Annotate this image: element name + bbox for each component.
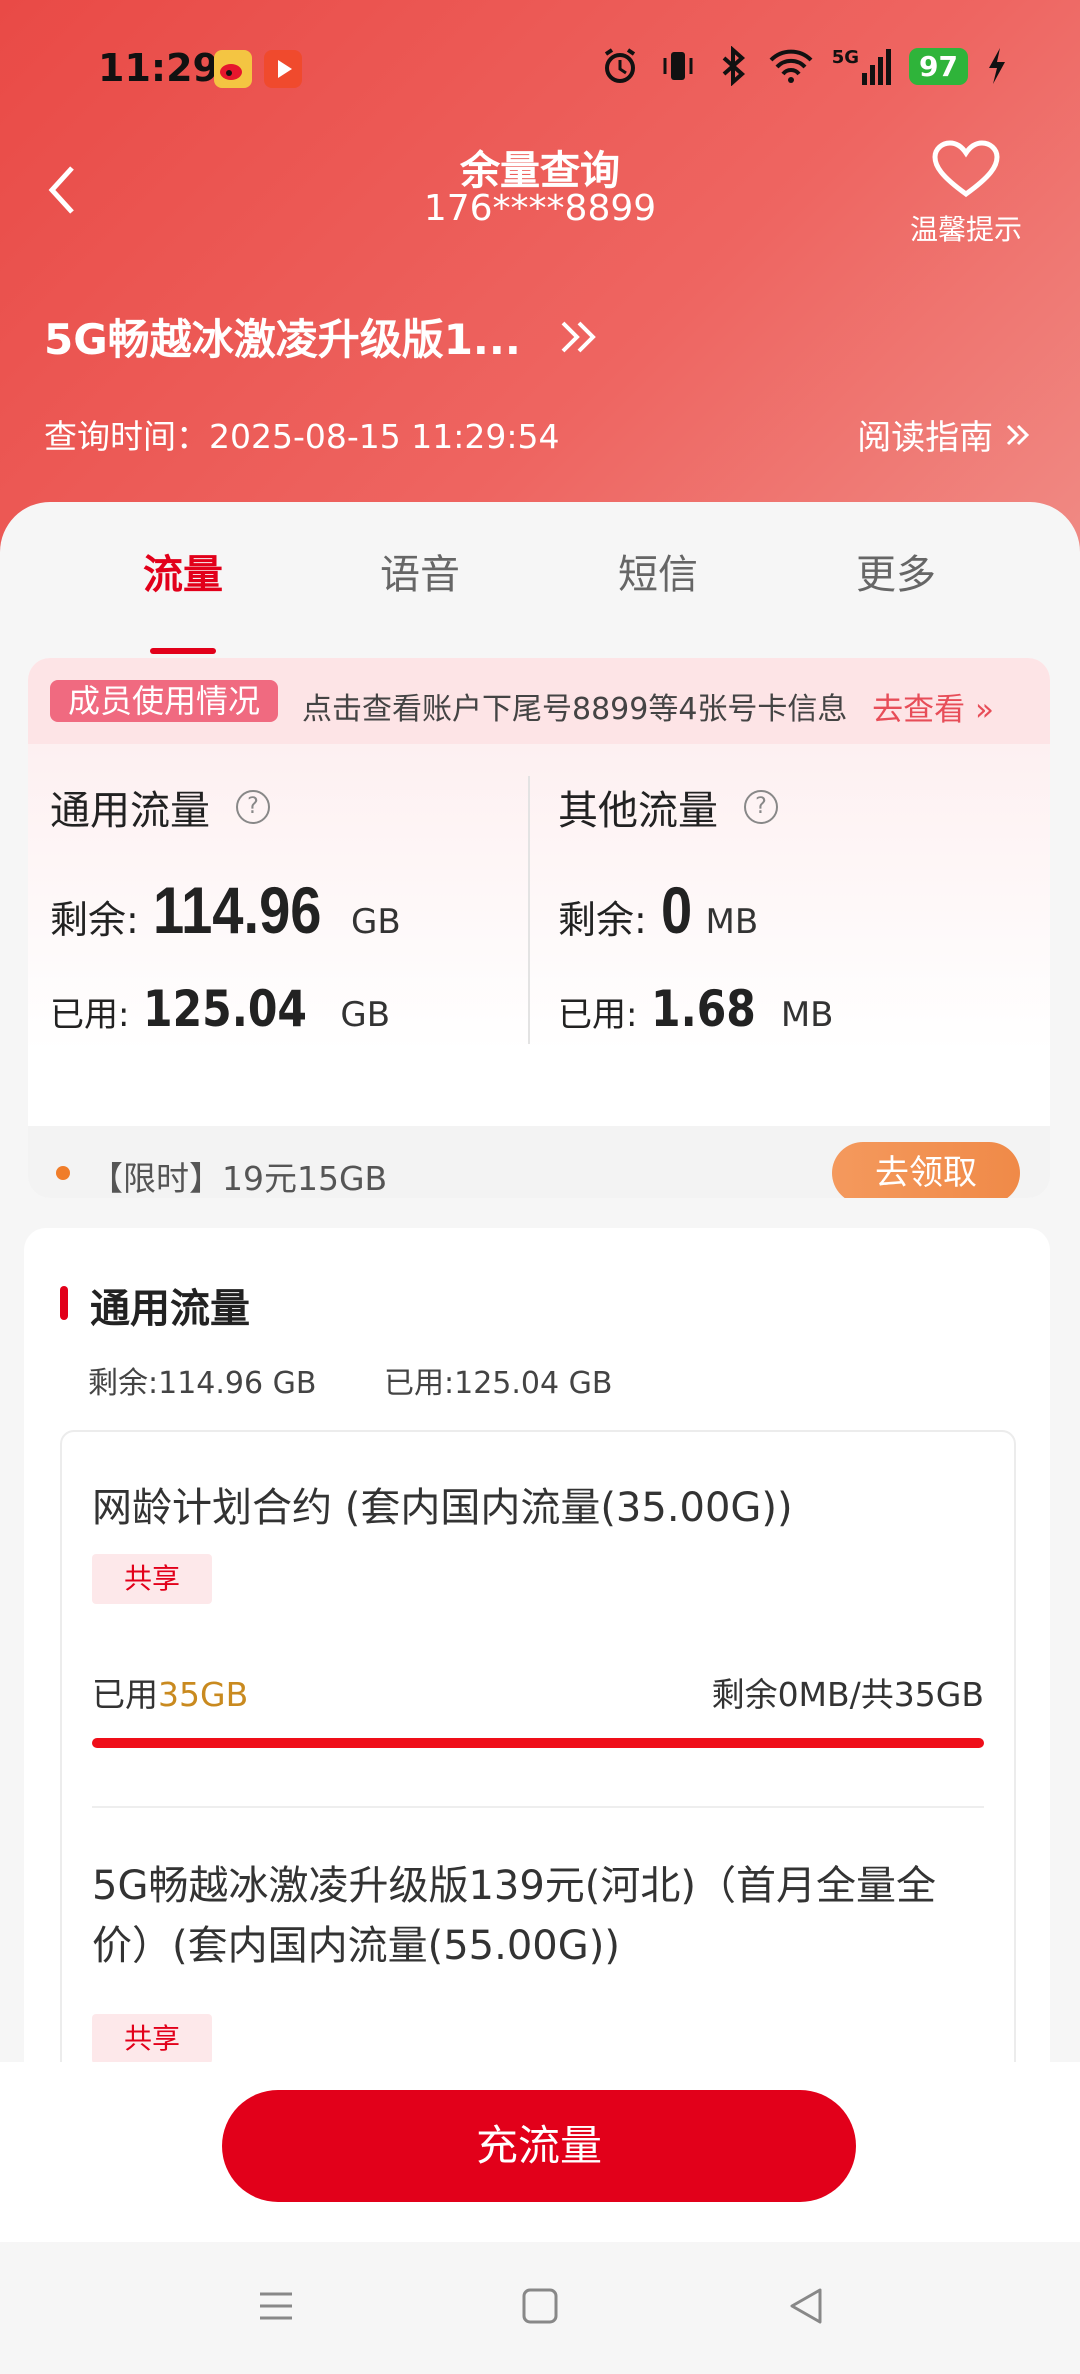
reading-guide-label: 阅读指南 bbox=[857, 418, 994, 458]
tab-voice[interactable]: 语音 bbox=[340, 542, 500, 600]
general-data-title: 通用流量 bbox=[50, 788, 210, 834]
general-remaining-value: 114.96 bbox=[152, 873, 322, 947]
package-list: 网龄计划合约 (套内国内流量(35.00G)) 共享 已用35GB 剩余0MB/… bbox=[60, 1430, 1016, 2128]
general-data-heading: 通用流量 ? bbox=[50, 778, 270, 836]
usage-summary: 通用流量 ? 剩余: 114.96 GB 已用: 125.04 GB 其他流量 … bbox=[28, 744, 1050, 1052]
other-used: 已用: 1.68 MB bbox=[558, 980, 834, 1038]
other-remaining-unit: MB bbox=[705, 902, 759, 942]
help-icon[interactable]: ? bbox=[236, 790, 270, 824]
member-text: 点击查看账户下尾号8899等4张号卡信息 bbox=[302, 692, 848, 727]
claim-button[interactable]: 去领取 bbox=[832, 1142, 1020, 1198]
double-chevron-icon bbox=[561, 321, 596, 352]
package-name: 5G畅越冰激凌升级版139元(河北)（首月全量全价）(套内国内流量(55.00G… bbox=[92, 1863, 937, 1969]
bottom-action-bar: 充流量 bbox=[0, 2062, 1080, 2242]
other-used-unit: MB bbox=[780, 995, 834, 1035]
section-accent-bar bbox=[60, 1286, 68, 1320]
status-time: 11:29 bbox=[98, 46, 219, 90]
battery-indicator: 97 bbox=[909, 47, 968, 85]
tab-bar: 流量 语音 短信 更多 bbox=[0, 542, 1080, 654]
detail-used: 已用:125.04 GB bbox=[384, 1366, 613, 1401]
general-remaining-unit: GB bbox=[351, 902, 401, 942]
reading-guide-link[interactable]: 阅读指南 bbox=[857, 410, 1032, 459]
bluetooth-icon bbox=[722, 46, 745, 86]
remaining-label: 剩余: bbox=[50, 898, 139, 942]
share-tag: 共享 bbox=[92, 1554, 212, 1604]
package-remaining: 剩余0MB/共35GB bbox=[711, 1675, 984, 1714]
used-label: 已用: bbox=[50, 995, 130, 1035]
status-bar: 11:29 5G 97 bbox=[0, 40, 1080, 100]
vibrate-icon bbox=[663, 52, 693, 80]
tips-label: 温馨提示 bbox=[909, 213, 1022, 246]
back-triangle-icon[interactable] bbox=[786, 2286, 826, 2326]
other-data-heading: 其他流量 ? bbox=[558, 778, 778, 836]
package-progress-fill bbox=[92, 1738, 984, 1748]
double-chevron-icon bbox=[1006, 424, 1030, 446]
promo-banner: 【限时】19元15GB 去领取 bbox=[28, 1126, 1050, 1198]
used-label: 已用: bbox=[558, 995, 638, 1035]
tab-data[interactable]: 流量 bbox=[103, 542, 263, 600]
general-data-column: 通用流量 ? 剩余: 114.96 GB 已用: 125.04 GB bbox=[28, 744, 508, 1052]
charging-icon bbox=[989, 48, 1005, 84]
member-view-link[interactable]: 去查看 » bbox=[872, 684, 994, 729]
detail-title: 通用流量 bbox=[90, 1286, 250, 1332]
menu-icon[interactable] bbox=[256, 2286, 296, 2326]
package-divider bbox=[92, 1806, 984, 1808]
status-icons: 5G 97 bbox=[600, 46, 1008, 86]
general-remaining: 剩余: 114.96 GB bbox=[50, 872, 401, 948]
general-used-unit: GB bbox=[340, 995, 391, 1035]
member-view-label: 去查看 bbox=[872, 692, 966, 728]
general-used-value: 125.04 bbox=[143, 980, 308, 1038]
used-prefix: 已用 bbox=[92, 1675, 158, 1714]
weibo-icon bbox=[214, 50, 252, 88]
other-data-title: 其他流量 bbox=[558, 788, 718, 834]
member-usage-banner[interactable]: 成员使用情况 点击查看账户下尾号8899等4张号卡信息 去查看 » bbox=[28, 658, 1050, 744]
content-panel: 流量 语音 短信 更多 成员使用情况 点击查看账户下尾号8899等4张号卡信息 … bbox=[0, 502, 1080, 2128]
package-name: 网龄计划合约 (套内国内流量(35.00G)) bbox=[92, 1485, 793, 1531]
package-used-value: 35GB bbox=[158, 1675, 249, 1714]
plan-name-link[interactable]: 5G畅越冰激凌升级版1... bbox=[44, 306, 601, 367]
home-icon[interactable] bbox=[520, 2286, 560, 2326]
tab-sms[interactable]: 短信 bbox=[578, 542, 738, 600]
share-tag: 共享 bbox=[92, 2014, 212, 2064]
tab-indicator bbox=[150, 648, 216, 654]
heart-icon bbox=[932, 140, 1000, 198]
promo-dot bbox=[56, 1166, 70, 1180]
other-remaining-value: 0 bbox=[660, 873, 693, 947]
member-badge: 成员使用情况 bbox=[50, 680, 279, 722]
help-icon[interactable]: ? bbox=[744, 790, 778, 824]
wifi-icon bbox=[769, 49, 813, 83]
general-used: 已用: 125.04 GB bbox=[50, 980, 390, 1038]
other-used-value: 1.68 bbox=[651, 980, 757, 1038]
package-used: 已用35GB bbox=[92, 1668, 248, 1716]
recharge-data-button[interactable]: 充流量 bbox=[222, 2090, 856, 2202]
plan-name: 5G畅越冰激凌升级版1... bbox=[44, 315, 521, 364]
signal-icon: 5G bbox=[831, 47, 892, 85]
package-progress-bar bbox=[92, 1738, 984, 1748]
network-label: 5G bbox=[831, 47, 860, 68]
alarm-icon bbox=[604, 48, 635, 83]
system-nav-bar bbox=[0, 2242, 1080, 2374]
general-data-detail: 通用流量 剩余:114.96 GB 已用:125.04 GB 网龄计划合约 (套… bbox=[24, 1228, 1050, 2128]
tab-more[interactable]: 更多 bbox=[816, 542, 976, 600]
promo-text: 【限时】19元15GB bbox=[90, 1159, 388, 1198]
video-icon bbox=[264, 50, 302, 88]
query-time: 查询时间：2025-08-15 11:29:54 bbox=[44, 417, 560, 456]
tips-button[interactable]: 温馨提示 bbox=[904, 140, 1028, 248]
column-divider bbox=[528, 776, 530, 1044]
usage-card: 成员使用情况 点击查看账户下尾号8899等4张号卡信息 去查看 » 通用流量 ?… bbox=[28, 658, 1050, 1198]
remaining-label: 剩余: bbox=[558, 898, 647, 942]
other-remaining: 剩余: 0 MB bbox=[558, 872, 758, 948]
detail-remaining: 剩余:114.96 GB bbox=[88, 1366, 317, 1401]
other-data-column: 其他流量 ? 剩余: 0 MB 已用: 1.68 MB bbox=[536, 744, 1016, 1052]
header: 11:29 5G 97 余量查询 176****8899 温馨提示 5G畅越冰激… bbox=[0, 0, 1080, 560]
